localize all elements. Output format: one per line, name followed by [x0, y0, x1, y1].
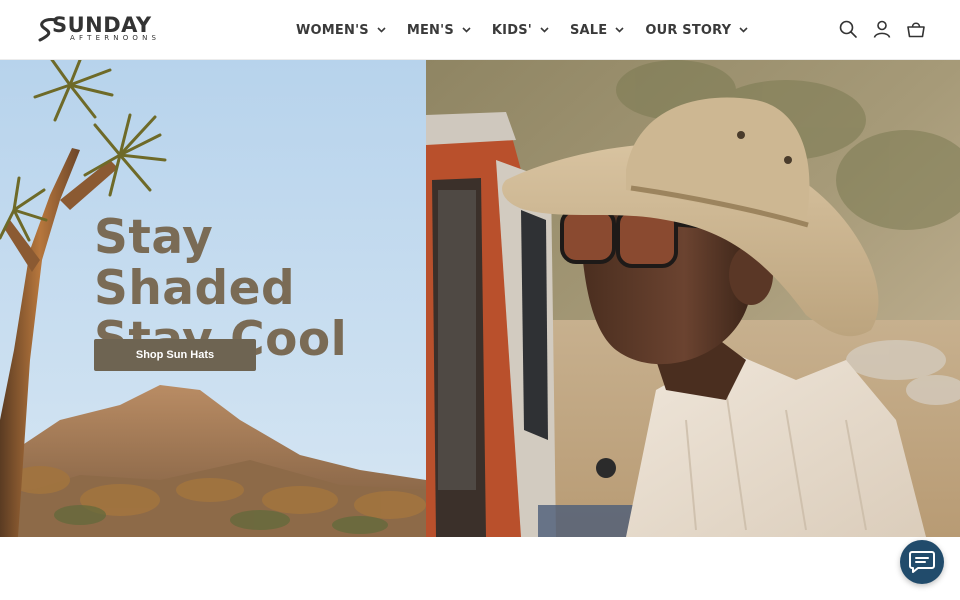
chevron-down-icon	[615, 27, 624, 33]
hero-banner: Stay Shaded Stay Cool Shop Sun Hats	[0, 60, 960, 537]
chevron-down-icon	[377, 27, 386, 33]
chat-button[interactable]	[900, 540, 944, 584]
hero-model-image	[426, 60, 960, 537]
nav-item-label: SALE	[569, 22, 608, 38]
nav-item-label: KIDS'	[491, 22, 532, 38]
main-nav: WOMEN'S MEN'S KIDS' SALE OUR STORY	[296, 0, 769, 60]
account-icon[interactable]	[872, 19, 892, 39]
brand-logo[interactable]: SUNDAY AFTERNOONS	[36, 13, 180, 44]
nav-item-kids[interactable]: KIDS'	[492, 0, 549, 60]
cart-icon[interactable]	[906, 19, 926, 39]
shop-sun-hats-button[interactable]: Shop Sun Hats	[94, 339, 256, 371]
chevron-down-icon	[739, 27, 748, 33]
brand-tagline: AFTERNOONS	[70, 34, 161, 42]
site-header: SUNDAY AFTERNOONS WOMEN'S MEN'S KIDS' SA…	[0, 0, 960, 60]
search-icon[interactable]	[838, 19, 858, 39]
nav-item-our-story[interactable]: OUR STORY	[645, 0, 748, 60]
chevron-down-icon	[462, 27, 471, 33]
chat-icon	[909, 551, 935, 573]
header-icons	[824, 19, 926, 39]
nav-item-label: WOMEN'S	[296, 22, 369, 38]
nav-item-label: OUR STORY	[645, 22, 732, 38]
hero-landscape-image: Stay Shaded Stay Cool Shop Sun Hats	[0, 60, 426, 537]
hero-heading-line1: Stay Shaded	[94, 210, 296, 316]
nav-item-sale[interactable]: SALE	[570, 0, 624, 60]
chevron-down-icon	[540, 27, 549, 33]
nav-item-label: MEN'S	[406, 22, 454, 38]
nav-item-womens[interactable]: WOMEN'S	[296, 0, 386, 60]
nav-item-mens[interactable]: MEN'S	[407, 0, 471, 60]
brand-name: SUNDAY	[52, 13, 152, 37]
man-in-sun-hat-illustration	[426, 60, 960, 537]
